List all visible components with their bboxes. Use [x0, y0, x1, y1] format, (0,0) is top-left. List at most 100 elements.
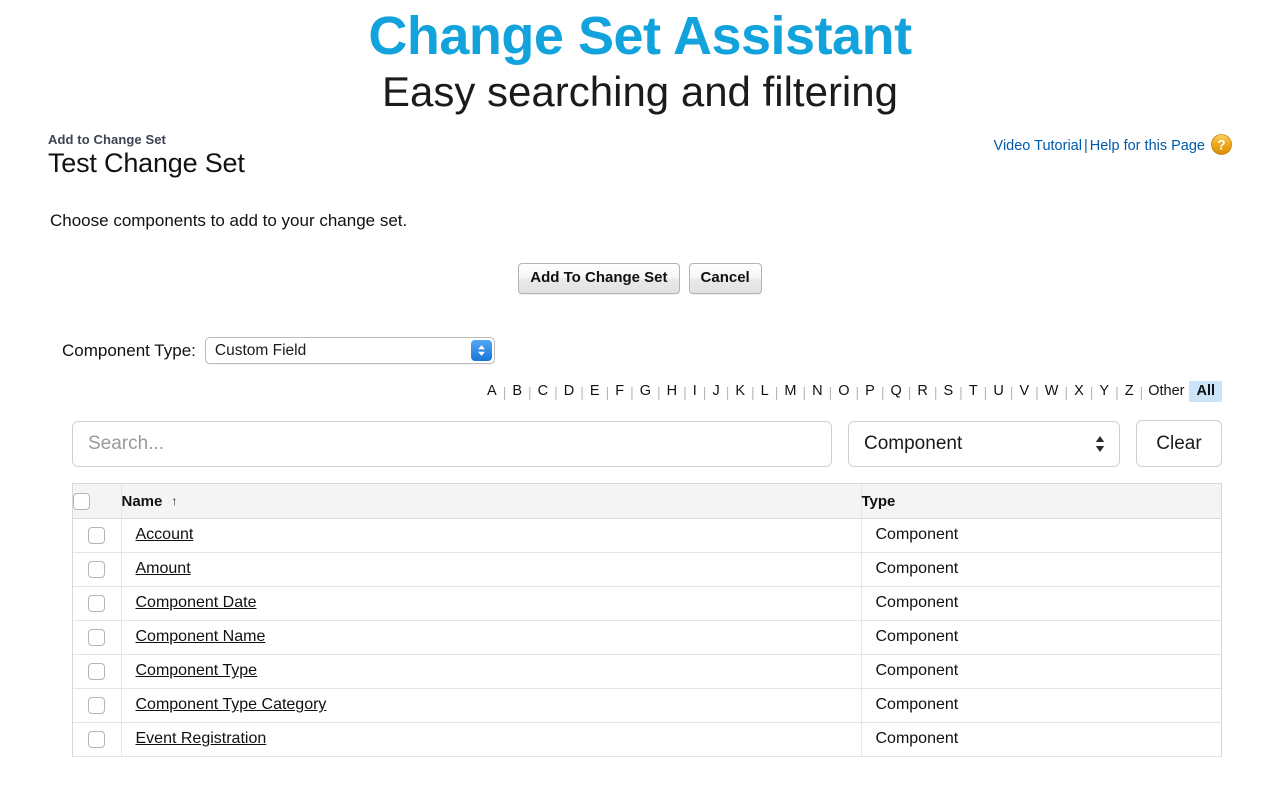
alpha-filter-b[interactable]: B — [506, 381, 528, 402]
alpha-filter-w[interactable]: W — [1039, 381, 1065, 402]
row-name-link[interactable]: Component Type — [136, 662, 258, 679]
alpha-filter-r[interactable]: R — [911, 381, 933, 402]
row-checkbox-cell — [73, 654, 122, 689]
row-name-cell: Component Type Category — [121, 688, 861, 723]
alpha-filter-g[interactable]: G — [634, 381, 657, 402]
chevron-up-down-icon[interactable] — [470, 340, 492, 362]
row-name-link[interactable]: Component Type Category — [136, 696, 327, 713]
clear-button[interactable]: Clear — [1136, 420, 1222, 468]
table-row: Amount Component — [73, 552, 1221, 587]
alphabet-filter: A | B | C | D | E | F | G | H | I | J | K | L | M | N | O | P | Q | R | S | T |… — [48, 381, 1232, 403]
column-header-type-label: Type — [861, 492, 896, 510]
search-scope-select[interactable]: Component — [848, 420, 1120, 467]
table-header-row: Name ↑ Type — [73, 484, 1221, 519]
row-checkbox-cell — [73, 518, 122, 553]
question-circle-icon[interactable]: ? — [1211, 134, 1232, 156]
alpha-filter-n[interactable]: N — [806, 381, 828, 402]
component-type-selected-value: Custom Field — [214, 341, 307, 359]
alpha-filter-other[interactable]: Other — [1143, 381, 1189, 402]
table-row: Component Type Component — [73, 654, 1221, 689]
row-name-cell: Component Type — [121, 654, 861, 689]
row-type-cell: Component — [860, 688, 1221, 723]
table-row: Event Registration Component — [73, 722, 1221, 757]
row-checkbox[interactable] — [88, 730, 106, 748]
row-name-cell: Account — [121, 518, 861, 553]
search-toolbar: Component Clear — [48, 420, 1232, 468]
alpha-filter-i[interactable]: I — [687, 381, 703, 402]
cancel-button[interactable]: Cancel — [688, 263, 762, 295]
row-type-cell: Component — [860, 654, 1221, 689]
row-checkbox[interactable] — [88, 628, 106, 646]
row-type-cell: Component — [860, 518, 1221, 553]
promo-title: Change Set Assistant — [368, 6, 912, 66]
alpha-filter-u[interactable]: U — [987, 381, 1009, 402]
component-type-select[interactable]: Custom Field — [204, 337, 495, 365]
alpha-filter-t[interactable]: T — [963, 381, 984, 402]
row-checkbox[interactable] — [88, 696, 106, 714]
row-type-cell: Component — [860, 620, 1221, 655]
row-name-link[interactable]: Amount — [136, 560, 191, 577]
row-checkbox[interactable] — [88, 662, 106, 680]
row-checkbox[interactable] — [88, 594, 106, 612]
row-checkbox-cell — [73, 722, 122, 757]
table-row: Component Name Component — [73, 620, 1221, 655]
row-checkbox[interactable] — [88, 526, 106, 544]
alpha-filter-f[interactable]: F — [609, 381, 630, 402]
alpha-filter-d[interactable]: D — [558, 381, 580, 402]
promo-subtitle: Easy searching and filtering — [382, 67, 898, 115]
row-name-cell: Amount — [121, 552, 861, 587]
alpha-filter-q[interactable]: Q — [884, 381, 907, 402]
action-button-row: Add To Change Set Cancel — [48, 263, 1232, 295]
row-name-link[interactable]: Event Registration — [136, 730, 267, 747]
alpha-filter-a[interactable]: A — [481, 381, 503, 402]
row-name-cell: Component Date — [121, 586, 861, 621]
component-type-filter: Component Type: Custom Field — [62, 337, 1232, 365]
column-header-name[interactable]: Name ↑ — [121, 484, 861, 519]
alpha-filter-e[interactable]: E — [584, 381, 606, 402]
alpha-filter-j[interactable]: J — [706, 381, 725, 402]
row-checkbox-cell — [73, 552, 122, 587]
select-all-checkbox[interactable] — [73, 492, 90, 510]
results-table: Name ↑ Type Account Component Amount Compone… — [73, 484, 1221, 757]
table-row: Account Component — [73, 518, 1221, 553]
component-type-label: Component Type: — [62, 340, 196, 360]
help-links: Video Tutorial | Help for this Page ? — [994, 134, 1232, 156]
results-table-container: Name ↑ Type Account Component Amount Compone… — [72, 483, 1222, 757]
select-all-header — [73, 484, 122, 519]
alpha-filter-k[interactable]: K — [729, 381, 751, 402]
table-head: Name ↑ Type — [73, 484, 1221, 519]
add-to-change-set-button[interactable]: Add To Change Set — [518, 263, 680, 295]
alpha-filter-all[interactable]: All — [1189, 381, 1222, 403]
alpha-filter-p[interactable]: P — [859, 381, 881, 402]
row-name-cell: Event Registration — [121, 722, 861, 757]
alpha-filter-m[interactable]: M — [778, 381, 802, 402]
table-body: Account Component Amount Component Component… — [73, 518, 1221, 757]
alpha-filter-z[interactable]: Z — [1119, 381, 1140, 402]
video-tutorial-link[interactable]: Video Tutorial — [994, 138, 1082, 154]
page-content: Add to Change Set Test Change Set Video … — [0, 128, 1280, 757]
alpha-filter-s[interactable]: S — [938, 381, 960, 402]
promo-banner: Change Set Assistant Easy searching and … — [0, 0, 1280, 116]
row-checkbox[interactable] — [88, 560, 106, 578]
triangle-up-down-icon[interactable] — [1094, 434, 1106, 454]
row-checkbox-cell — [73, 620, 122, 655]
row-name-link[interactable]: Account — [136, 526, 194, 543]
row-checkbox-cell — [73, 688, 122, 723]
column-header-type[interactable]: Type — [860, 484, 1221, 519]
row-name-link[interactable]: Component Date — [136, 594, 257, 611]
alpha-filter-c[interactable]: C — [532, 381, 554, 402]
help-for-this-page-link[interactable]: Help for this Page — [1090, 138, 1205, 154]
alpha-filter-h[interactable]: H — [661, 381, 683, 402]
row-name-cell: Component Name — [121, 620, 861, 655]
row-type-cell: Component — [860, 722, 1221, 757]
alpha-filter-l[interactable]: L — [755, 381, 775, 402]
table-row: Component Type Category Component — [73, 688, 1221, 723]
alpha-filter-v[interactable]: V — [1013, 381, 1035, 402]
row-name-link[interactable]: Component Name — [136, 628, 266, 645]
arrow-up-icon: ↑ — [171, 493, 178, 508]
alpha-filter-x[interactable]: X — [1068, 381, 1090, 402]
alpha-filter-y[interactable]: Y — [1093, 381, 1115, 402]
search-input[interactable] — [72, 420, 832, 467]
row-checkbox-cell — [73, 586, 122, 621]
alpha-filter-o[interactable]: O — [832, 381, 855, 402]
